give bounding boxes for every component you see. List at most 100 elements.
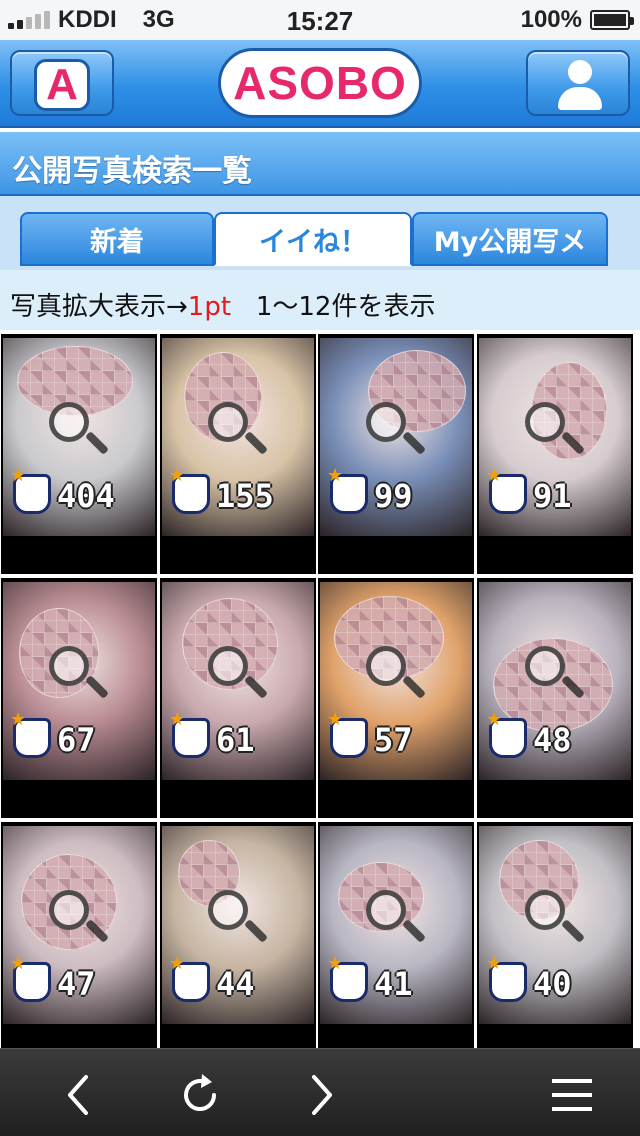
profile-button[interactable] <box>526 50 630 116</box>
photo-thumbnail[interactable]: ★ 155 <box>162 338 314 536</box>
back-arrow-icon[interactable] <box>56 1071 104 1119</box>
photo-grid: ★ 404 ★ 155 ★ 99 ★ 91 ★ 67 ★ 61 ★ 57 ★ 48 ★ 47 ★ 44 ★ 41 ★ 40 <box>0 330 640 1062</box>
photo-thumbnail[interactable]: ★ 57 <box>320 582 472 780</box>
star-icon: ★ <box>169 709 186 730</box>
like-number: 91 <box>533 477 572 515</box>
like-number: 404 <box>57 477 115 515</box>
photo-thumbnail[interactable]: ★ 44 <box>162 826 314 1024</box>
star-icon: ★ <box>486 709 503 730</box>
like-number: 61 <box>216 721 255 759</box>
zoom-magnifier-icon[interactable] <box>366 890 406 930</box>
photo-thumbnail[interactable]: ★ 91 <box>479 338 631 536</box>
a-logo-letter: A <box>46 60 78 109</box>
star-icon: ★ <box>10 953 27 974</box>
tab-new[interactable]: 新着 <box>20 212 214 266</box>
thumbs-up-icon: ★ <box>486 953 527 1002</box>
thumbs-up-icon: ★ <box>169 465 210 514</box>
like-count: ★ 44 <box>169 953 255 1002</box>
like-number: 41 <box>374 965 413 1003</box>
thumbs-up-icon: ★ <box>327 709 368 758</box>
zoom-magnifier-icon[interactable] <box>49 890 89 930</box>
forward-arrow-icon[interactable] <box>296 1071 344 1119</box>
photo-card[interactable]: ★ 61 <box>160 578 316 818</box>
info-line: 写真拡大表示→1pt 1〜12件を表示 <box>0 270 640 330</box>
photo-thumbnail[interactable]: ★ 404 <box>3 338 155 536</box>
photo-card[interactable]: ★ 155 <box>160 334 316 574</box>
like-number: 155 <box>216 477 274 515</box>
user-icon <box>558 60 602 110</box>
status-bar: KDDI 3G 15:27 100% <box>0 0 640 40</box>
logo-text: ASOBO <box>233 57 407 109</box>
result-range: 1〜12件を表示 <box>255 292 436 322</box>
thumbs-up-icon: ★ <box>327 465 368 514</box>
photo-thumbnail[interactable]: ★ 47 <box>3 826 155 1024</box>
like-number: 47 <box>57 965 96 1003</box>
like-count: ★ 48 <box>486 709 572 759</box>
reload-icon[interactable] <box>176 1071 224 1119</box>
like-number: 67 <box>57 721 96 759</box>
thumbs-up-icon: ★ <box>486 709 527 758</box>
like-count: ★ 91 <box>486 465 572 515</box>
zoom-magnifier-icon[interactable] <box>366 646 406 686</box>
photo-card[interactable]: ★ 57 <box>318 578 474 818</box>
status-right: 100% <box>521 6 634 34</box>
tab-likes[interactable]: イイね！ <box>214 212 412 266</box>
photo-card[interactable]: ★ 91 <box>477 334 633 574</box>
star-icon: ★ <box>169 465 186 486</box>
asobo-logo[interactable]: ASOBO <box>218 48 422 118</box>
photo-thumbnail[interactable]: ★ 67 <box>3 582 155 780</box>
home-button[interactable]: A <box>10 50 114 116</box>
zoom-magnifier-icon[interactable] <box>525 890 565 930</box>
photo-thumbnail[interactable]: ★ 41 <box>320 826 472 1024</box>
photo-card[interactable]: ★ 404 <box>1 334 157 574</box>
thumbs-up-icon: ★ <box>10 709 51 758</box>
photo-card[interactable]: ★ 41 <box>318 822 474 1062</box>
star-icon: ★ <box>486 465 503 486</box>
zoom-magnifier-icon[interactable] <box>208 402 248 442</box>
browser-toolbar <box>0 1048 640 1136</box>
battery-icon <box>590 10 634 30</box>
zoom-magnifier-icon[interactable] <box>208 890 248 930</box>
tab-my-photos[interactable]: My公開写メ <box>412 212 608 266</box>
star-icon: ★ <box>10 465 27 486</box>
like-count: ★ 41 <box>327 953 413 1003</box>
like-number: 57 <box>374 721 413 759</box>
photo-thumbnail[interactable]: ★ 40 <box>479 826 631 1024</box>
star-icon: ★ <box>327 953 344 974</box>
star-icon: ★ <box>486 953 503 974</box>
like-number: 48 <box>533 721 572 759</box>
thumbs-up-icon: ★ <box>169 953 210 1002</box>
thumbs-up-icon: ★ <box>10 465 51 514</box>
photo-card[interactable]: ★ 40 <box>477 822 633 1062</box>
zoom-magnifier-icon[interactable] <box>49 646 89 686</box>
enlarge-label: 写真拡大表示→ <box>10 292 188 322</box>
photo-card[interactable]: ★ 48 <box>477 578 633 818</box>
thumbs-up-icon: ★ <box>327 953 368 1002</box>
photo-card[interactable]: ★ 99 <box>318 334 474 574</box>
like-count: ★ 40 <box>486 953 572 1002</box>
photo-thumbnail[interactable]: ★ 61 <box>162 582 314 780</box>
menu-icon[interactable] <box>548 1071 596 1119</box>
thumbs-up-icon: ★ <box>10 953 51 1002</box>
photo-card[interactable]: ★ 67 <box>1 578 157 818</box>
tab-bar: 新着 イイね！ My公開写メ <box>0 196 640 270</box>
like-count: ★ 99 <box>327 465 413 515</box>
like-count: ★ 57 <box>327 709 413 759</box>
page-title: 公開写真検索一覧 <box>0 130 640 196</box>
photo-thumbnail[interactable]: ★ 99 <box>320 338 472 536</box>
like-number: 99 <box>374 477 413 515</box>
like-count: ★ 404 <box>10 465 115 515</box>
zoom-magnifier-icon[interactable] <box>366 402 406 442</box>
star-icon: ★ <box>327 465 344 486</box>
photo-card[interactable]: ★ 44 <box>160 822 316 1062</box>
thumbs-up-icon: ★ <box>486 465 527 514</box>
like-count: ★ 47 <box>10 953 96 1003</box>
enlarge-cost: 1pt <box>187 292 232 322</box>
photo-thumbnail[interactable]: ★ 48 <box>479 582 631 780</box>
photo-card[interactable]: ★ 47 <box>1 822 157 1062</box>
zoom-magnifier-icon[interactable] <box>208 646 248 686</box>
zoom-magnifier-icon[interactable] <box>49 402 89 442</box>
zoom-magnifier-icon[interactable] <box>525 646 565 686</box>
a-logo-icon: A <box>34 59 90 111</box>
zoom-magnifier-icon[interactable] <box>525 402 565 442</box>
